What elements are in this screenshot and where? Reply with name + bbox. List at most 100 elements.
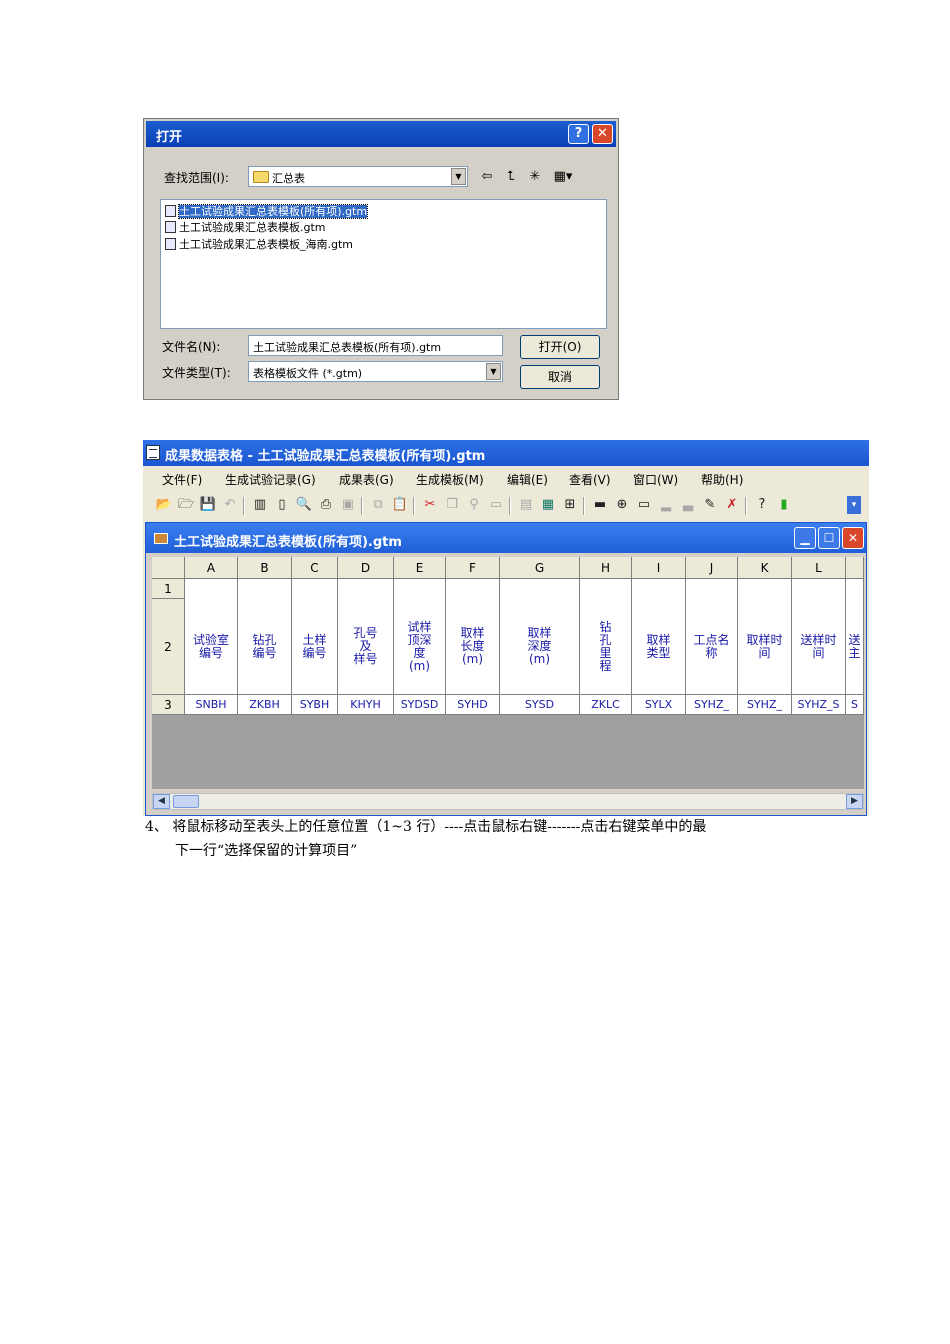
grid-cell[interactable] bbox=[446, 579, 500, 599]
toolbar-overflow-icon[interactable]: ▾ bbox=[847, 496, 861, 514]
open-file-icon[interactable]: 🗁 bbox=[177, 496, 195, 514]
field-cell[interactable]: KHYH bbox=[338, 695, 394, 715]
row-header[interactable]: 3 bbox=[152, 695, 185, 715]
grid-cell[interactable] bbox=[580, 579, 632, 599]
paste-icon[interactable]: 📋 bbox=[391, 496, 409, 514]
file-list[interactable]: 土工试验成果汇总表模板(所有项).gtm 土工试验成果汇总表模板.gtm 土工试… bbox=[160, 199, 607, 329]
grid-corner[interactable] bbox=[152, 557, 185, 579]
field-cell[interactable]: SYHZ_ bbox=[686, 695, 738, 715]
grid-cell[interactable] bbox=[185, 579, 238, 599]
column-header[interactable]: B bbox=[238, 557, 292, 579]
header-cell[interactable]: 试样 顶深 度 (m) bbox=[394, 599, 446, 695]
dialog-close-button[interactable]: ✕ bbox=[592, 124, 613, 144]
open-folder-icon[interactable]: 📂 bbox=[155, 496, 173, 514]
field-cell[interactable]: SYLX bbox=[632, 695, 686, 715]
form-icon[interactable]: ▤ bbox=[517, 496, 535, 514]
copy-icon[interactable]: ⧉ bbox=[369, 496, 387, 514]
minimize-button[interactable]: ▁ bbox=[794, 527, 816, 549]
delete-icon[interactable]: ✗ bbox=[723, 496, 741, 514]
view-menu-icon[interactable]: ▦▾ bbox=[550, 169, 576, 185]
menu-result-table[interactable]: 成果表(G) bbox=[339, 471, 394, 488]
file-item[interactable]: 土工试验成果汇总表模板.gtm bbox=[165, 220, 326, 236]
row-header[interactable]: 2 bbox=[152, 599, 185, 695]
child-close-button[interactable]: ✕ bbox=[842, 527, 864, 549]
split-icon[interactable]: ▂ bbox=[657, 496, 675, 514]
maximize-button[interactable]: ☐ bbox=[818, 527, 840, 549]
scroll-thumb[interactable] bbox=[173, 795, 199, 808]
menu-generate-record[interactable]: 生成试验记录(G) bbox=[225, 471, 316, 488]
header-cell[interactable]: 取样 长度 (m) bbox=[446, 599, 500, 695]
header-cell[interactable]: 钻孔 编号 bbox=[238, 599, 292, 695]
menu-generate-template[interactable]: 生成模板(M) bbox=[416, 471, 484, 488]
field-cell[interactable]: S bbox=[846, 695, 864, 715]
header-cell[interactable]: 取样 深度 (m) bbox=[500, 599, 580, 695]
field-cell[interactable]: SYHD bbox=[446, 695, 500, 715]
data-grid[interactable]: A B C D E F G H I J K L 1 2 3 试验室 编号 钻孔 编号 土样 编号 孔号 及 样号 试样… bbox=[152, 557, 864, 789]
field-cell[interactable]: ZKLC bbox=[580, 695, 632, 715]
column-header[interactable]: H bbox=[580, 557, 632, 579]
page-icon[interactable]: ▯ bbox=[273, 496, 291, 514]
help-button[interactable]: ? bbox=[568, 124, 589, 144]
grid-cell[interactable] bbox=[846, 579, 864, 599]
print-preview-icon[interactable]: 🔍 bbox=[295, 496, 313, 514]
field-cell[interactable]: ZKBH bbox=[238, 695, 292, 715]
header-cell[interactable]: 工点名 称 bbox=[686, 599, 738, 695]
merge-icon[interactable]: ▭ bbox=[635, 496, 653, 514]
duplicate-icon[interactable]: ❐ bbox=[443, 496, 461, 514]
cut-icon[interactable]: ✂ bbox=[421, 496, 439, 514]
column-header[interactable]: G bbox=[500, 557, 580, 579]
link-icon[interactable]: ⚲ bbox=[465, 496, 483, 514]
column-header[interactable] bbox=[846, 557, 864, 579]
column-header[interactable]: A bbox=[185, 557, 238, 579]
column-header[interactable]: I bbox=[632, 557, 686, 579]
header-cell[interactable]: 土样 编号 bbox=[292, 599, 338, 695]
row-header[interactable]: 1 bbox=[152, 579, 185, 599]
grid-cell[interactable] bbox=[738, 579, 792, 599]
open-button[interactable]: 打开(O) bbox=[520, 335, 600, 359]
file-item[interactable]: 土工试验成果汇总表模板(所有项).gtm bbox=[165, 204, 369, 220]
field-cell[interactable]: SYHZ_ bbox=[738, 695, 792, 715]
undo-icon[interactable]: ↶ bbox=[221, 496, 239, 514]
filename-field[interactable]: 土工试验成果汇总表模板(所有项).gtm bbox=[248, 335, 503, 356]
lookin-combo[interactable]: 汇总表 ▼ bbox=[248, 166, 468, 187]
menu-file[interactable]: 文件(F) bbox=[162, 471, 202, 488]
column-header[interactable]: D bbox=[338, 557, 394, 579]
grid-cell[interactable] bbox=[500, 579, 580, 599]
menu-window[interactable]: 窗口(W) bbox=[633, 471, 678, 488]
column-icon[interactable]: ▭ bbox=[487, 496, 505, 514]
book-icon[interactable]: ▥ bbox=[251, 496, 269, 514]
grid-cell[interactable] bbox=[238, 579, 292, 599]
field-cell[interactable]: SNBH bbox=[185, 695, 238, 715]
grid-cell[interactable] bbox=[792, 579, 846, 599]
chevron-down-icon[interactable]: ▼ bbox=[486, 363, 501, 380]
field-cell[interactable]: SYDSD bbox=[394, 695, 446, 715]
grid-cell[interactable] bbox=[632, 579, 686, 599]
image-icon[interactable]: ▣ bbox=[339, 496, 357, 514]
column-header[interactable]: C bbox=[292, 557, 338, 579]
column-header[interactable]: F bbox=[446, 557, 500, 579]
save-icon[interactable]: 💾 bbox=[199, 496, 217, 514]
header-cell[interactable]: 取样 类型 bbox=[632, 599, 686, 695]
back-icon[interactable]: ⇦ bbox=[478, 169, 496, 185]
print-icon[interactable]: ⎙ bbox=[317, 496, 335, 514]
field-cell[interactable]: SYSD bbox=[500, 695, 580, 715]
pen-icon[interactable]: ✎ bbox=[701, 496, 719, 514]
file-item[interactable]: 土工试验成果汇总表模板_海南.gtm bbox=[165, 237, 353, 253]
menu-edit[interactable]: 编辑(E) bbox=[507, 471, 548, 488]
field-cell[interactable]: SYHZ_S bbox=[792, 695, 846, 715]
header-cell[interactable]: 送 主 bbox=[846, 599, 864, 695]
column-header[interactable]: L bbox=[792, 557, 846, 579]
delete-row-icon[interactable]: ▃ bbox=[679, 496, 697, 514]
header-cell[interactable]: 钻 孔 里 程 bbox=[580, 599, 632, 695]
header-cell[interactable]: 送样时 间 bbox=[792, 599, 846, 695]
menu-view[interactable]: 查看(V) bbox=[569, 471, 611, 488]
header-cell[interactable]: 试验室 编号 bbox=[185, 599, 238, 695]
column-header[interactable]: K bbox=[738, 557, 792, 579]
up-folder-icon[interactable]: ⮤ bbox=[502, 169, 520, 185]
column-header[interactable]: E bbox=[394, 557, 446, 579]
grid-cell[interactable] bbox=[338, 579, 394, 599]
cancel-button[interactable]: 取消 bbox=[520, 365, 600, 389]
grid-icon[interactable]: ⊞ bbox=[561, 496, 579, 514]
export-icon[interactable]: ▮ bbox=[775, 496, 793, 514]
scroll-left-icon[interactable]: ◀ bbox=[153, 794, 170, 809]
